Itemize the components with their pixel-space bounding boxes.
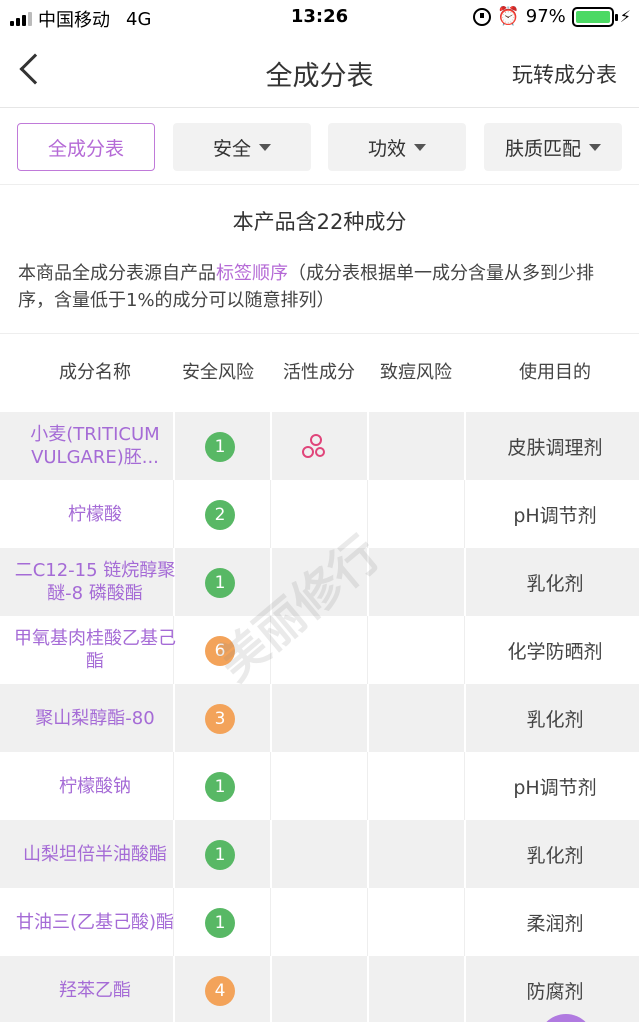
table-row[interactable]: 甲氧基肉桂酸乙基己酯 6 化学防晒剂 bbox=[0, 616, 639, 684]
filter-bar: 全成分表 安全 功效 肤质匹配 bbox=[0, 123, 639, 173]
usage-purpose: 化学防晒剂 bbox=[507, 640, 603, 663]
ingredient-name[interactable]: 柠檬酸钠 bbox=[8, 752, 182, 820]
table-row[interactable]: 小麦(TRITICUM VULGARE)胚... 1 皮肤调理剂 bbox=[0, 412, 639, 480]
table-row[interactable]: 二C12-15 链烷醇聚醚-8 磷酸酯 1 乳化剂 bbox=[0, 548, 639, 616]
status-bar: 中国移动 4G 13:26 ⏰ 97% ⚡ bbox=[0, 0, 639, 36]
table-row[interactable]: 柠檬酸钠 1 pH调节剂 bbox=[0, 752, 639, 820]
col-acne: 致痘风险 bbox=[380, 362, 452, 383]
table-row[interactable]: 柠檬酸 2 pH调节剂 bbox=[0, 480, 639, 548]
caret-down-icon bbox=[414, 143, 426, 151]
desc-text: 本商品全成分表源自产品 bbox=[18, 263, 216, 284]
usage-purpose: 乳化剂 bbox=[526, 844, 584, 867]
safety-score-badge: 6 bbox=[205, 636, 235, 666]
divider bbox=[0, 184, 639, 185]
active-ingredient-icon bbox=[302, 434, 325, 458]
ingredient-name[interactable]: 羟苯乙酯 bbox=[8, 956, 182, 1022]
filter-label: 肤质匹配 bbox=[504, 137, 581, 160]
guide-link[interactable]: 玩转成分表 bbox=[512, 59, 617, 89]
col-active: 活性成分 bbox=[283, 362, 355, 383]
caret-down-icon bbox=[589, 143, 601, 151]
ingredient-name[interactable]: 山梨坦倍半油酸酯 bbox=[8, 820, 182, 888]
safety-score-badge: 1 bbox=[205, 568, 235, 598]
filter-all-ingredients[interactable]: 全成分表 bbox=[17, 123, 155, 171]
usage-purpose: pH调节剂 bbox=[513, 776, 597, 799]
ingredient-name[interactable]: 柠檬酸 bbox=[8, 480, 182, 548]
battery-percent: 97% bbox=[525, 6, 566, 27]
table-row[interactable]: 甘油三(乙基己酸)酯 1 柔润剂 bbox=[0, 888, 639, 956]
ingredient-name[interactable]: 二C12-15 链烷醇聚醚-8 磷酸酯 bbox=[8, 548, 182, 616]
filter-efficacy[interactable]: 功效 bbox=[328, 123, 466, 171]
filter-label: 安全 bbox=[212, 137, 251, 160]
ingredient-name[interactable]: 聚山梨醇酯-80 bbox=[8, 684, 182, 752]
col-purpose: 使用目的 bbox=[519, 362, 591, 383]
safety-score-badge: 3 bbox=[205, 704, 235, 734]
source-description: 本商品全成分表源自产品标签顺序（成分表根据单一成分含量从多到少排序，含量低于1%… bbox=[18, 260, 628, 314]
usage-purpose: 乳化剂 bbox=[526, 572, 584, 595]
charging-icon: ⚡ bbox=[619, 7, 631, 26]
filter-safety[interactable]: 安全 bbox=[173, 123, 311, 171]
caret-down-icon bbox=[259, 143, 271, 151]
alarm-icon: ⏰ bbox=[497, 6, 520, 27]
usage-purpose: 柔润剂 bbox=[526, 912, 584, 935]
ingredient-name[interactable]: 甘油三(乙基己酸)酯 bbox=[8, 888, 182, 956]
table-header: 成分名称 安全风险 活性成分 致痘风险 使用目的 bbox=[0, 333, 639, 405]
safety-score-badge: 4 bbox=[205, 976, 235, 1006]
col-safety: 安全风险 bbox=[182, 362, 254, 383]
ingredient-name[interactable]: 甲氧基肉桂酸乙基己酯 bbox=[8, 616, 182, 684]
safety-score-badge: 1 bbox=[205, 772, 235, 802]
rotation-lock-icon bbox=[473, 7, 492, 26]
safety-score-badge: 1 bbox=[205, 840, 235, 870]
battery-icon bbox=[571, 6, 618, 27]
filter-skin-match[interactable]: 肤质匹配 bbox=[484, 123, 622, 171]
table-row[interactable]: 羟苯乙酯 4 防腐剂 bbox=[0, 956, 639, 1022]
filter-label: 全成分表 bbox=[47, 137, 124, 160]
safety-score-badge: 2 bbox=[205, 500, 235, 530]
ingredient-name[interactable]: 小麦(TRITICUM VULGARE)胚... bbox=[8, 412, 182, 480]
usage-purpose: pH调节剂 bbox=[513, 504, 597, 527]
filter-label: 功效 bbox=[367, 137, 406, 160]
label-order-link[interactable]: 标签顺序 bbox=[216, 263, 288, 284]
safety-score-badge: 1 bbox=[205, 432, 235, 462]
col-name: 成分名称 bbox=[59, 362, 131, 383]
ingredient-count: 本产品含22种成分 bbox=[232, 210, 407, 234]
nav-bar: 全成分表 玩转成分表 bbox=[0, 36, 639, 108]
usage-purpose: 乳化剂 bbox=[526, 708, 584, 731]
usage-purpose: 皮肤调理剂 bbox=[507, 436, 603, 459]
table-row[interactable]: 山梨坦倍半油酸酯 1 乳化剂 bbox=[0, 820, 639, 888]
usage-purpose: 防腐剂 bbox=[526, 980, 584, 1003]
table-row[interactable]: 聚山梨醇酯-80 3 乳化剂 bbox=[0, 684, 639, 752]
safety-score-badge: 1 bbox=[205, 908, 235, 938]
